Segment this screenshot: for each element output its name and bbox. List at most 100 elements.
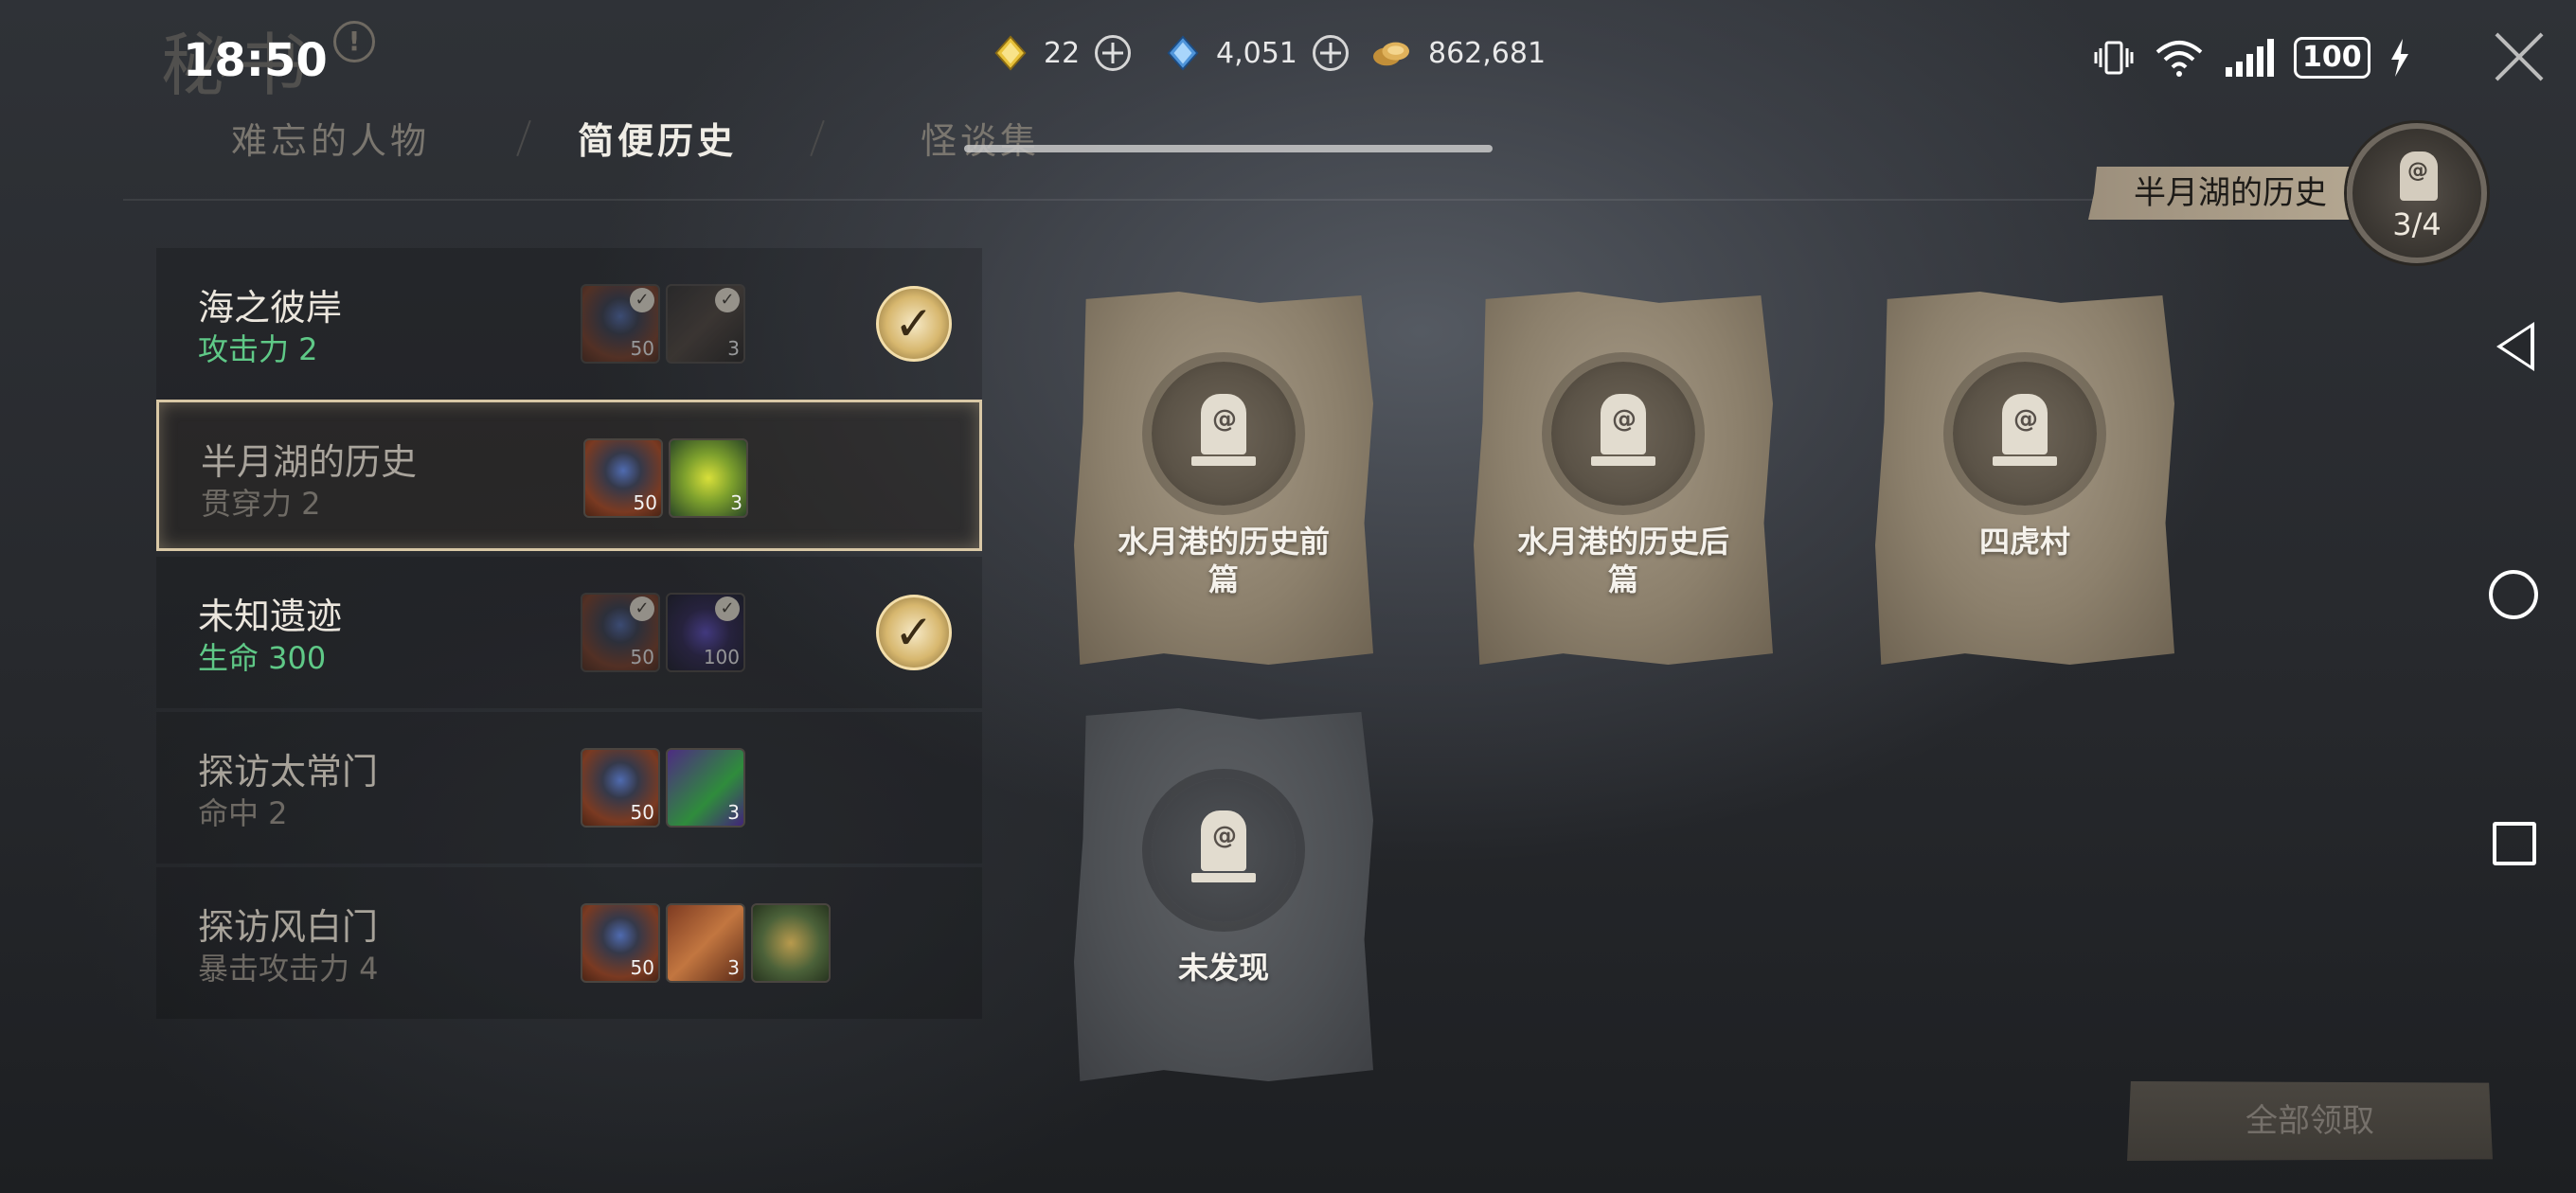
claim-all-button[interactable]: 全部领取	[2127, 1081, 2493, 1161]
quest-row[interactable]: 未知遗迹 生命 300 ✓ 50 ✓ 100 ✓	[156, 557, 982, 708]
check-icon: ✓	[630, 596, 654, 621]
info-icon[interactable]: !	[333, 21, 375, 62]
record-title-line: 篇	[1607, 561, 1638, 597]
reward-item-star[interactable]: ✓ 100	[666, 593, 745, 672]
completed-check-icon: ✓	[876, 595, 952, 670]
blue-diamond-icon	[1167, 35, 1199, 71]
record-title-line: 篇	[1208, 561, 1239, 597]
reward-item-bag[interactable]: ✓ 50	[581, 284, 660, 364]
back-icon[interactable]	[2496, 322, 2534, 371]
add-currency-button[interactable]	[1312, 35, 1349, 71]
quest-title: 半月湖的历史	[201, 441, 418, 483]
reward-item-scroll[interactable]: 3	[666, 903, 745, 983]
quest-row-selected[interactable]: 半月湖的历史 贯穿力 2 50 3	[156, 400, 982, 551]
close-icon[interactable]	[2491, 28, 2548, 85]
yellow-diamond-icon	[994, 35, 1027, 71]
reward-item-bag[interactable]: 50	[583, 438, 663, 518]
quest-reward-stat: 命中 2	[198, 795, 288, 831]
reward-item-bag[interactable]: ✓ 50	[581, 593, 660, 672]
currency-blue-diamond: 4,051	[1165, 32, 1349, 74]
quest-title: 探访太常门	[198, 751, 379, 792]
check-icon: ✓	[715, 596, 740, 621]
quest-reward-stat: 生命 300	[198, 640, 327, 676]
stele-base	[1191, 456, 1256, 466]
reward-item-card[interactable]: 3	[666, 748, 745, 828]
divider	[123, 199, 2424, 201]
tab-scrollbar[interactable]	[964, 145, 1493, 152]
quest-title: 海之彼岸	[198, 287, 343, 329]
stele-icon	[2400, 151, 2438, 201]
add-currency-button[interactable]	[1095, 35, 1132, 71]
item-quantity: 50	[630, 337, 654, 360]
quest-row[interactable]: 探访太常门 命中 2 50 3	[156, 712, 982, 864]
stele-emblem	[1152, 362, 1296, 506]
quest-row[interactable]: 海之彼岸 攻击力 2 ✓ 50 ✓ 3 ✓	[156, 248, 982, 400]
check-icon: ✓	[715, 288, 740, 312]
record-card[interactable]: 水月港的历史前篇	[1074, 292, 1373, 665]
check-icon: ✓	[630, 288, 654, 312]
item-quantity: 50	[630, 956, 654, 979]
record-title: 未发现	[1083, 949, 1364, 987]
system-status-bar: 100	[2093, 34, 2410, 81]
stele-icon	[2002, 394, 2048, 454]
quest-reward-stat: 暴击攻击力 4	[198, 951, 379, 987]
stele-icon	[1201, 394, 1246, 454]
recents-icon[interactable]	[2493, 822, 2536, 865]
item-quantity: 50	[630, 801, 654, 824]
stele-emblem	[1953, 362, 2097, 506]
tab-simple-history[interactable]: 简便历史	[578, 112, 737, 164]
record-title: 水月港的历史后篇	[1483, 523, 1763, 598]
quest-reward-stat: 攻击力 2	[198, 331, 318, 367]
vibrate-icon	[2094, 41, 2134, 75]
completed-check-icon: ✓	[876, 286, 952, 362]
currency-yellow-diamond: 22	[993, 32, 1132, 74]
reward-item-chest[interactable]: 3	[669, 438, 748, 518]
currency-value: 862,681	[1428, 36, 1547, 70]
record-title-line: 水月港的历史前	[1117, 524, 1330, 560]
record-card[interactable]: 四虎村	[1875, 292, 2174, 665]
tab-memorable-people[interactable]: 难忘的人物	[231, 112, 430, 164]
record-title: 四虎村	[1885, 523, 2165, 561]
record-title: 水月港的历史前篇	[1083, 523, 1364, 598]
tab-separator	[516, 119, 531, 157]
stele-icon	[1201, 810, 1246, 871]
reward-item-chest[interactable]: ✓ 3	[666, 284, 745, 364]
stele-icon	[1601, 394, 1646, 454]
record-title-line: 水月港的历史后	[1516, 524, 1729, 560]
item-quantity: 3	[727, 956, 740, 979]
record-card[interactable]: 水月港的历史后篇	[1474, 292, 1773, 665]
region-progress-badge[interactable]: 3/4	[2347, 123, 2487, 263]
battery-icon: 100	[2294, 37, 2370, 79]
region-progress: 3/4	[2392, 206, 2442, 242]
currency-value: 22	[1044, 36, 1081, 70]
item-quantity: 3	[727, 337, 740, 360]
item-quantity: 50	[630, 646, 654, 668]
currency-coins: 862,681	[1369, 32, 1546, 74]
quest-title: 未知遗迹	[198, 596, 343, 637]
home-icon[interactable]	[2489, 570, 2538, 619]
tab-strange-tales[interactable]: 怪谈集	[921, 112, 1040, 164]
item-quantity: 100	[703, 646, 740, 668]
item-quantity: 3	[727, 801, 740, 824]
record-card-undiscovered[interactable]: 未发现	[1074, 708, 1373, 1081]
item-quantity: 3	[730, 491, 742, 514]
tab-separator	[810, 119, 825, 157]
stele-emblem	[1551, 362, 1695, 506]
currency-value: 4,051	[1216, 36, 1297, 70]
signal-icon	[2226, 39, 2274, 77]
item-quantity: 50	[633, 491, 657, 514]
quest-reward-stat: 贯穿力 2	[201, 486, 321, 522]
reward-item-bag[interactable]: 50	[581, 903, 660, 983]
quest-title: 探访风白门	[198, 906, 379, 948]
quest-row[interactable]: 探访风白门 暴击攻击力 4 50 3	[156, 867, 982, 1019]
status-clock: 18:50	[183, 34, 328, 87]
stele-base	[1591, 456, 1655, 466]
stele-base	[1191, 873, 1256, 882]
region-title: 半月湖的历史	[2088, 167, 2372, 220]
stele-base	[1993, 456, 2057, 466]
reward-item-box[interactable]	[751, 903, 831, 983]
coins-icon	[1373, 42, 1409, 66]
wifi-icon	[2156, 41, 2203, 77]
record-title-line: 未发现	[1177, 950, 1269, 986]
reward-item-bag[interactable]: 50	[581, 748, 660, 828]
